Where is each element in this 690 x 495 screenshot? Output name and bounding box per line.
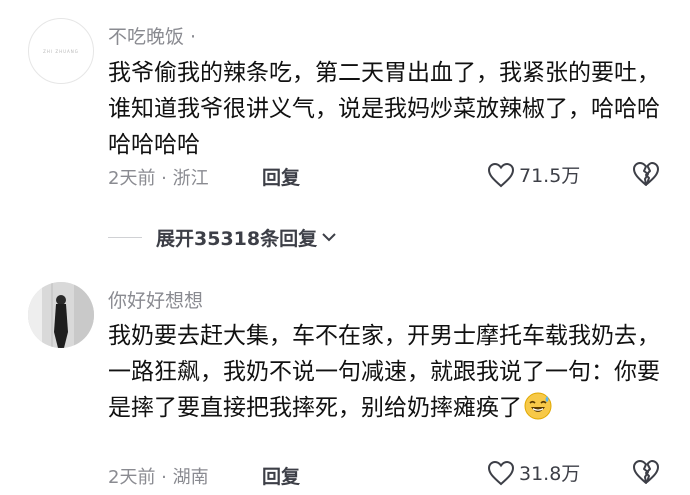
divider	[108, 236, 142, 238]
reply-button[interactable]: 回复	[262, 163, 300, 190]
like-button[interactable]: 71.5万	[487, 161, 580, 188]
like-button[interactable]: 31.8万	[487, 459, 580, 486]
comment-meta: 2天前 · 湖南	[108, 467, 209, 488]
expand-replies-label[interactable]: 展开35318条回复	[156, 224, 317, 251]
expand-replies[interactable]: 展开35318条回复	[108, 222, 337, 252]
comment-text-content: 我奶要去赶大集，车不在家，开男士摩托车载我奶去，一路狂飙，我奶不说一句减速，就跟…	[108, 323, 660, 421]
comment-text: 我奶要去赶大集，车不在家，开男士摩托车载我奶去，一路狂飙，我奶不说一句减速，就跟…	[108, 318, 668, 426]
comment-text: 我爷偷我的辣条吃，第二天胃出血了，我紧张的要吐，谁知道我爷很讲义气，说是我妈炒菜…	[108, 60, 660, 158]
avatar[interactable]: ZHI ZHUANG	[28, 18, 94, 84]
comment-meta: 2天前 · 浙江	[108, 168, 209, 189]
dislike-button[interactable]	[632, 160, 660, 192]
sweat-smile-emoji	[524, 392, 552, 420]
like-count: 71.5万	[519, 165, 581, 187]
chevron-down-icon[interactable]	[321, 229, 337, 245]
heart-outline-icon	[487, 460, 515, 485]
avatar-photo	[28, 282, 94, 348]
broken-heart-icon	[633, 162, 659, 186]
avatar-logo-text: ZHI ZHUANG	[43, 49, 79, 54]
dislike-button[interactable]	[632, 458, 660, 490]
like-count: 31.8万	[519, 463, 581, 485]
reply-button[interactable]: 回复	[262, 462, 300, 489]
username[interactable]: 你好好想想	[108, 286, 203, 313]
heart-outline-icon	[487, 162, 515, 187]
username[interactable]: 不吃晚饭 ·	[108, 22, 196, 49]
avatar[interactable]	[28, 282, 94, 348]
broken-heart-icon	[633, 460, 659, 484]
